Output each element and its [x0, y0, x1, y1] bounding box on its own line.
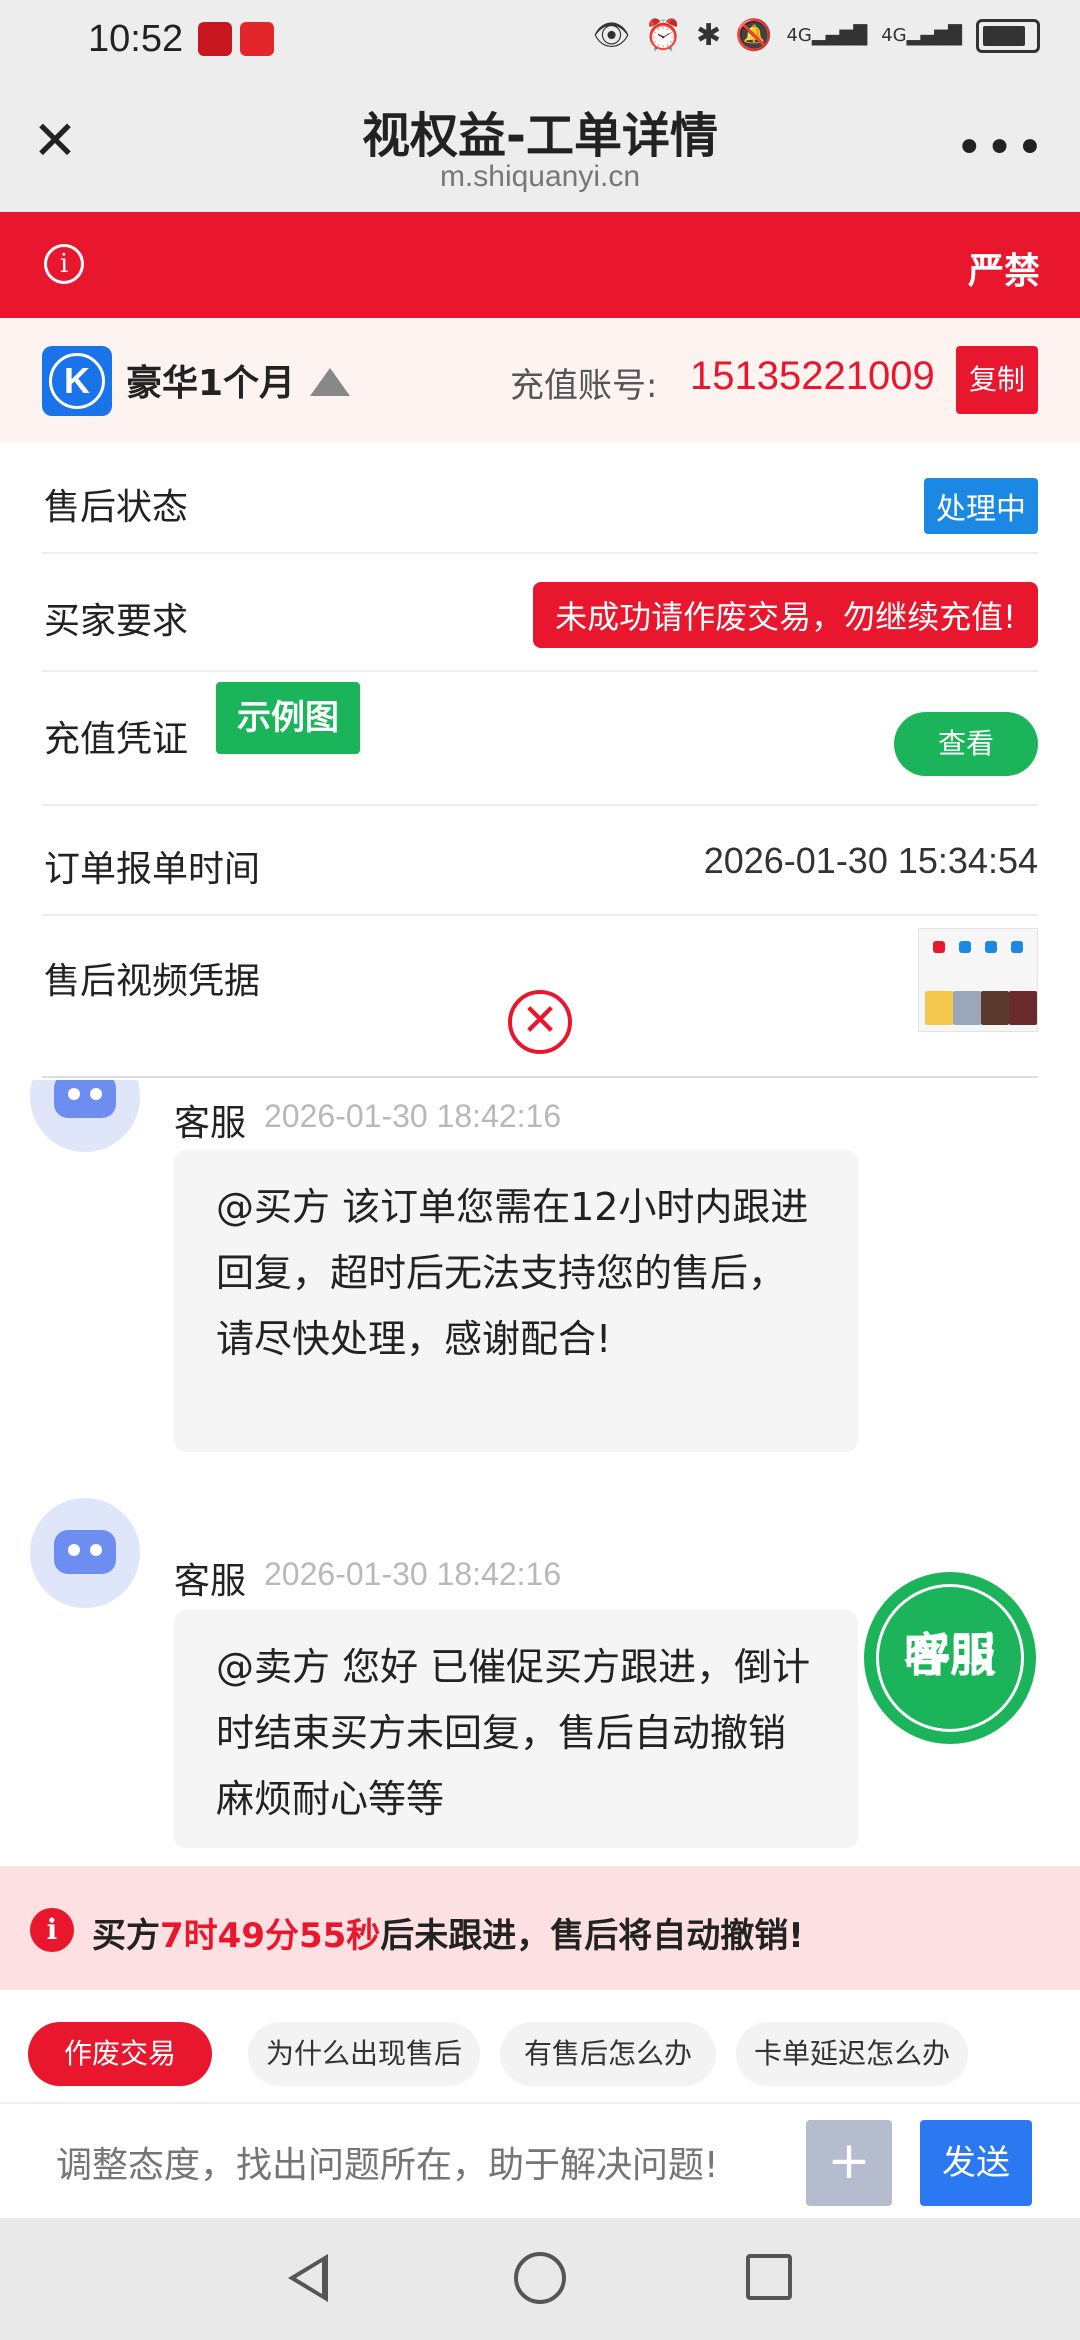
recharge-voucher-label: 充值凭证 — [44, 719, 189, 760]
notice-text: 严禁 — [967, 251, 1040, 292]
message-time: 2026-01-30 18:42:16 — [264, 1098, 562, 1134]
chip-why-aftersale[interactable]: 为什么出现售后 — [248, 2022, 480, 2086]
buyer-request-badge: 未成功请作废交易，勿继续充值! — [533, 582, 1038, 648]
status-badge: 处理中 — [924, 478, 1038, 534]
mute-icon: 🔕 — [735, 18, 773, 53]
message-time: 2026-01-30 18:42:16 — [264, 1556, 562, 1592]
collapse-triangle-icon[interactable] — [310, 368, 350, 396]
app-notification-icon — [240, 22, 274, 56]
signal-icon: 4G▂▄▆█ — [881, 25, 962, 46]
thumb-icon — [985, 941, 997, 953]
thumb-icon — [959, 941, 971, 953]
product-row: K 豪华1个月 充值账号: 15135221009 复制 — [0, 318, 1080, 442]
buyer-request-row: 买家要求 未成功请作废交易，勿继续充值! — [42, 554, 1038, 672]
status-time: 10:52 — [88, 18, 184, 60]
robot-icon — [54, 1080, 116, 1118]
home-icon[interactable] — [514, 2252, 566, 2304]
thumb-photo — [925, 991, 953, 1025]
avatar — [30, 1498, 140, 1608]
order-time-row: 订单报单时间 2026-01-30 15:34:54 — [42, 806, 1038, 916]
send-button[interactable]: 发送 — [920, 2120, 1032, 2206]
order-time-value: 2026-01-30 15:34:54 — [703, 840, 1038, 881]
message-input[interactable] — [56, 2140, 796, 2190]
page-domain: m.shiquanyi.cn — [439, 160, 641, 193]
thumb-photo — [981, 991, 1009, 1025]
status-icons: 👁 ⏰ ✱ 🔕 4G▂▄▆█ 4G▂▄▆█ — [592, 18, 1040, 53]
eye-icon: 👁 — [592, 18, 631, 53]
more-menu-icon[interactable]: ••• — [955, 120, 1046, 176]
thumb-photo — [1009, 991, 1037, 1025]
input-bar: + 发送 — [0, 2102, 1080, 2218]
chat-area[interactable]: 客服 2026-01-30 18:42:16 @买方 该订单您需在12小时内跟进… — [0, 1080, 1080, 1866]
account-label: 充值账号: — [510, 366, 658, 406]
warning-text: 买方7时49分55秒后未跟进，售后将自动撤销! — [92, 1916, 804, 1956]
avatar — [30, 1080, 140, 1152]
battery-icon — [976, 18, 1040, 53]
call-service-button[interactable]: 呼叫 客服 — [864, 1572, 1036, 1744]
buyer-request-label: 买家要求 — [44, 601, 189, 642]
aftersale-status-row: 售后状态 处理中 — [42, 442, 1038, 554]
example-image-button[interactable]: 示例图 — [216, 682, 360, 754]
recharge-voucher-row: 充值凭证 示例图 查看 — [42, 672, 1038, 806]
message-sender: 客服 — [174, 1561, 247, 1602]
robot-icon — [54, 1530, 116, 1574]
info-icon[interactable]: i — [44, 244, 84, 284]
product-name: 豪华1个月 — [126, 363, 296, 404]
aftersale-video-label: 售后视频凭据 — [44, 961, 261, 1002]
order-time-label: 订单报单时间 — [44, 849, 261, 890]
system-nav-bar — [0, 2218, 1080, 2340]
chip-delay[interactable]: 卡单延迟怎么办 — [736, 2022, 968, 2086]
thumb-icon — [933, 941, 945, 953]
alert-icon: i — [30, 1908, 74, 1952]
chip-what-to-do[interactable]: 有售后怎么办 — [500, 2022, 716, 2086]
chip-void-transaction[interactable]: 作废交易 — [28, 2022, 212, 2086]
countdown-warning: i 买方7时49分55秒后未跟进，售后将自动撤销! — [0, 1866, 1080, 1990]
notice-banner: i 严禁 — [0, 212, 1080, 318]
message-bubble: @买方 该订单您需在12小时内跟进回复，超时后无法支持您的售后，请尽快处理，感谢… — [174, 1150, 858, 1452]
account-number: 15135221009 — [690, 354, 935, 398]
plus-button[interactable]: + — [806, 2120, 892, 2206]
message-bubble: @卖方 您好 已催促买方跟进，倒计时结束买方未回复，售后自动撤销麻烦耐心等等 — [174, 1610, 858, 1848]
thumb-icon — [1011, 941, 1023, 953]
signal-icon: 4G▂▄▆█ — [786, 25, 868, 46]
countdown-timer: 7时49分55秒 — [160, 1916, 381, 1956]
page-title: 视权益-工单详情 — [362, 108, 718, 164]
app-notification-icon — [198, 22, 232, 56]
recent-apps-icon[interactable] — [746, 2254, 792, 2300]
nav-bar: ✕ 视权益-工单详情 m.shiquanyi.cn ••• — [0, 80, 1080, 212]
bluetooth-icon: ✱ — [695, 18, 722, 53]
quick-replies: 作废交易 为什么出现售后 有售后怎么办 卡单延迟怎么办 — [0, 1990, 1080, 2102]
video-thumbnail[interactable] — [918, 928, 1038, 1032]
status-bar: 10:52 👁 ⏰ ✱ 🔕 4G▂▄▆█ 4G▂▄▆█ — [0, 0, 1080, 80]
alarm-icon: ⏰ — [644, 18, 682, 53]
copy-button[interactable]: 复制 — [956, 346, 1038, 414]
product-logo: K — [42, 346, 112, 416]
close-circle-icon[interactable]: ✕ — [508, 990, 572, 1054]
thumb-photo — [953, 991, 981, 1025]
back-icon[interactable] — [288, 2254, 328, 2302]
message-sender: 客服 — [174, 1103, 247, 1144]
aftersale-status-label: 售后状态 — [44, 487, 189, 528]
view-button[interactable]: 查看 — [894, 712, 1038, 776]
